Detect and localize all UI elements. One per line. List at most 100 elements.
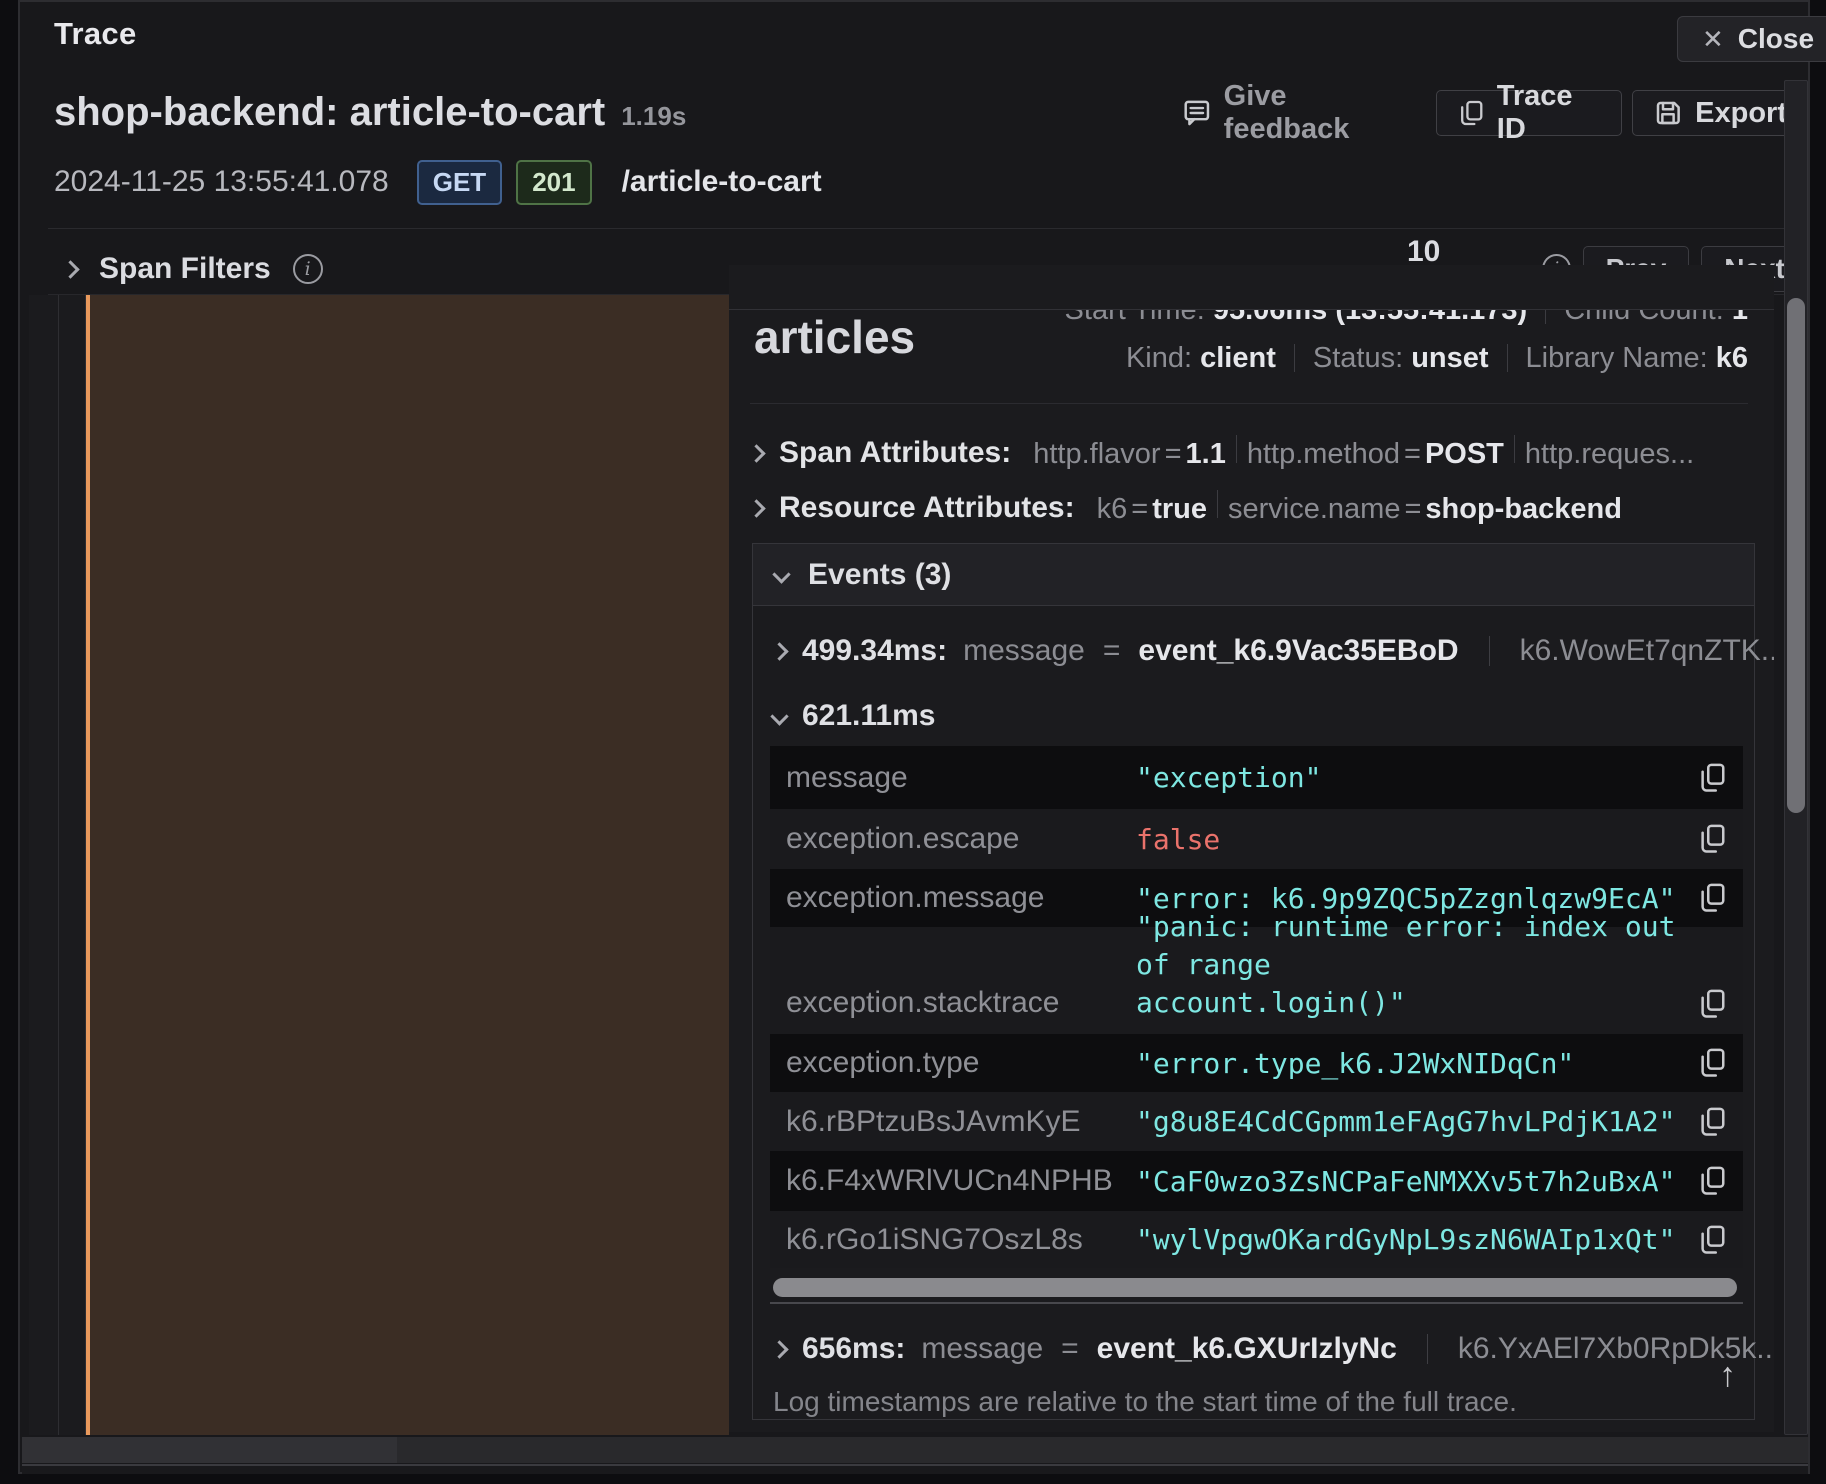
horizontal-scrollbar[interactable]	[22, 1437, 1808, 1463]
chevron-right-icon	[747, 444, 765, 462]
trace-meta-row: 2024-11-25 13:55:41.078 GET 201 /article…	[54, 160, 822, 204]
span-name: articles	[754, 310, 915, 364]
attribute-value: true	[1152, 493, 1207, 525]
row-value: "error.type_k6.J2WxNIDqCn"	[1136, 1047, 1683, 1080]
event-row-621ms[interactable]: 621.11ms	[773, 696, 935, 736]
row-value: false	[1136, 823, 1683, 856]
copy-value-button[interactable]	[1697, 762, 1727, 794]
span-meta-line-1: Start Time: 95.06ms (13:55:41.173)Child …	[1065, 309, 1748, 327]
table-bottom-border	[770, 1302, 1743, 1304]
scrollbar-thumb[interactable]	[22, 1437, 397, 1463]
chevron-right-icon	[770, 1340, 788, 1358]
http-method-badge: GET	[417, 160, 502, 205]
copy-value-button[interactable]	[1697, 823, 1727, 855]
event-row-656ms[interactable]: 656ms: message=event_k6.GXUrIzlyNc k6.Yx…	[773, 1327, 1774, 1371]
table-row: message"exception"	[770, 746, 1743, 809]
attribute-key: http.flavor	[1033, 438, 1160, 470]
trace-timestamp: 2024-11-25 13:55:41.078	[54, 165, 389, 199]
row-key: k6.rBPtzuBsJAvmKyE	[786, 1105, 1136, 1139]
copy-icon	[1697, 762, 1727, 794]
attribute-value: 1.1	[1186, 438, 1226, 470]
scrollbar-thumb[interactable]	[773, 1278, 1737, 1297]
span-attributes-row[interactable]: Span Attributes: http.flavor=1.1http.met…	[750, 435, 1694, 471]
attribute-key: http.method	[1247, 438, 1400, 470]
chevron-right-icon	[770, 642, 788, 660]
table-row: k6.rGo1iSNG7OszL8s"wylVpgwOKardGyNpL9szN…	[770, 1211, 1743, 1268]
copy-icon	[1697, 988, 1727, 1020]
info-icon[interactable]: i	[293, 254, 323, 284]
resource-attributes-list: k6=trueservice.name=shop-backend	[1097, 490, 1622, 526]
close-button[interactable]: ✕ Close	[1677, 16, 1826, 62]
table-row: k6.rBPtzuBsJAvmKyE"g8u8E4CdCGpmm1eFAgG7h…	[770, 1092, 1743, 1151]
row-value: "g8u8E4CdCGpmm1eFAgG7hvLPdjK1A2"	[1136, 1105, 1683, 1138]
row-value: "exception"	[1136, 761, 1683, 794]
close-label: Close	[1738, 23, 1814, 55]
header-actions: Give feedback Trace ID Export	[1182, 90, 1808, 136]
copy-icon	[1457, 98, 1485, 128]
details-divider	[750, 403, 1748, 404]
attribute-value: POST	[1425, 438, 1504, 470]
copy-icon	[1697, 1047, 1727, 1079]
row-key: exception.escape	[786, 822, 1136, 856]
row-value: "wylVpgwOKardGyNpL9szN6WAIp1xQt"	[1136, 1223, 1683, 1256]
trace-modal: Trace ✕ Close shop-backend: article-to-c…	[18, 0, 1810, 1474]
events-footer-note: Log timestamps are relative to the start…	[773, 1386, 1517, 1418]
span-details-card: articles Start Time: 95.06ms (13:55:41.1…	[729, 309, 1774, 1432]
copy-icon	[1697, 823, 1727, 855]
copy-value-button[interactable]	[1697, 1106, 1727, 1138]
give-feedback-button[interactable]: Give feedback	[1182, 80, 1406, 146]
copy-value-button[interactable]	[1697, 988, 1727, 1020]
copy-icon	[1697, 882, 1727, 914]
resource-attributes-row[interactable]: Resource Attributes: k6=trueservice.name…	[750, 490, 1622, 526]
span-filters-toggle[interactable]: Span Filters i	[64, 246, 323, 292]
row-key: k6.F4xWRlVUCn4NPHB	[786, 1164, 1136, 1198]
row-key: exception.type	[786, 1046, 1136, 1080]
trace-duration: 1.19s	[621, 101, 686, 132]
trace-drawer: Trace ✕ Close shop-backend: article-to-c…	[0, 0, 1826, 1484]
scrollbar-thumb[interactable]	[1787, 298, 1805, 813]
event-attributes-table: message"exception"exception.escapefalsee…	[770, 746, 1743, 1268]
table-row: exception.type"error.type_k6.J2WxNIDqCn"	[770, 1034, 1743, 1092]
table-row: exception.escapefalse	[770, 809, 1743, 869]
status-code-badge: 201	[516, 160, 591, 205]
chevron-down-icon	[770, 707, 788, 725]
copy-icon	[1697, 1106, 1727, 1138]
attribute-key: k6	[1097, 493, 1128, 525]
trace-id-button[interactable]: Trace ID	[1436, 90, 1622, 136]
copy-icon	[1697, 1224, 1727, 1256]
copy-value-button[interactable]	[1697, 882, 1727, 914]
scroll-to-top-icon[interactable]: ↑	[1719, 1356, 1736, 1395]
copy-value-button[interactable]	[1697, 1224, 1727, 1256]
events-header[interactable]: Events (3)	[753, 544, 1754, 606]
events-section: Events (3) 499.34ms: message=event_k6.9V…	[752, 543, 1755, 1420]
span-meta-line-2: Kind: clientStatus: unsetLibrary Name: k…	[1126, 342, 1748, 375]
table-horizontal-scrollbar[interactable]	[770, 1274, 1743, 1302]
span-attributes-list: http.flavor=1.1http.method=POSThttp.requ…	[1033, 435, 1694, 471]
row-key: exception.message	[786, 881, 1136, 915]
trace-heading: shop-backend: article-to-cart 1.19s	[54, 90, 686, 135]
attribute-key: service.name	[1228, 493, 1400, 525]
copy-icon	[1697, 1165, 1727, 1197]
row-key: k6.rGo1iSNG7OszL8s	[786, 1223, 1136, 1257]
event-row-499ms[interactable]: 499.34ms: message=event_k6.9Vac35EBoD k6…	[773, 629, 1774, 673]
request-path: /article-to-cart	[622, 165, 822, 199]
header-divider	[48, 228, 1790, 229]
row-value: "CaF0wzo3ZsNCPaFeNMXXv5t7h2uBxA"	[1136, 1165, 1683, 1198]
copy-value-button[interactable]	[1697, 1165, 1727, 1197]
chevron-right-icon	[747, 499, 765, 517]
chevron-down-icon	[772, 565, 790, 583]
copy-value-button[interactable]	[1697, 1047, 1727, 1079]
span-details-panel: articles Start Time: 95.06ms (13:55:41.1…	[729, 265, 1774, 1432]
selected-span-region[interactable]	[90, 295, 729, 1435]
export-button[interactable]: Export	[1632, 90, 1808, 136]
row-value: "panic: runtime error: index out of rang…	[1136, 898, 1683, 1034]
chevron-right-icon	[61, 260, 79, 278]
vertical-scrollbar[interactable]	[1784, 80, 1808, 1435]
bottom-band	[22, 1466, 1808, 1474]
attribute-key: http.reques...	[1525, 438, 1694, 470]
row-key: exception.stacktrace	[786, 986, 1136, 1020]
save-icon	[1653, 98, 1683, 128]
table-row: exception.stacktrace"panic: runtime erro…	[770, 927, 1743, 1034]
close-icon: ✕	[1702, 24, 1724, 55]
trace-name: shop-backend: article-to-cart	[54, 90, 605, 135]
